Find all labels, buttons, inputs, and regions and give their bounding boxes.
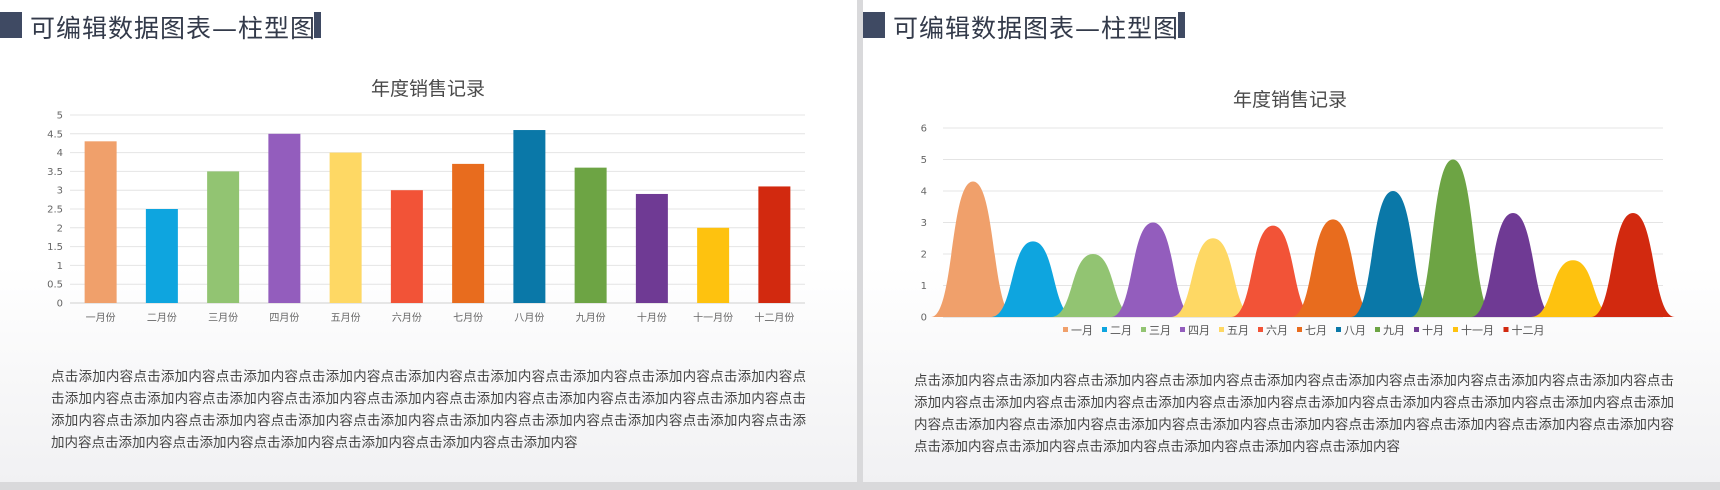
peak-shape	[1291, 219, 1375, 317]
y-tick-label: 3	[921, 218, 927, 229]
bar	[268, 133, 301, 303]
x-tick-label: 十二月份	[754, 311, 794, 324]
x-tick-label: 二月份	[147, 312, 177, 324]
legend-swatch	[1297, 327, 1302, 332]
peak-chart: 年度销售记录 0 1 2 3 4 5 6 一月 二月 三月 四月 五月 六月 七月 八月 九月 十月 十一月 十二月	[921, 89, 1675, 337]
y-tick-label: 6	[921, 124, 927, 135]
y-tick-label: 1.5	[47, 242, 63, 253]
bar	[758, 186, 791, 303]
legend-label: 十二月	[1512, 323, 1545, 337]
legend-label: 十一月	[1461, 323, 1494, 337]
bar	[207, 171, 240, 303]
legend-label: 八月	[1344, 324, 1366, 337]
y-tick-label: 5	[921, 155, 927, 166]
bar	[513, 130, 546, 303]
y-tick-label: 1	[57, 261, 63, 272]
body-text-placeholder[interactable]: 点击添加内容点击添加内容点击添加内容点击添加内容点击添加内容点击添加内容点击添加…	[914, 370, 1674, 458]
legend-label: 五月	[1227, 324, 1249, 337]
x-tick-label: 三月份	[208, 312, 238, 324]
chart-title: 年度销售记录	[1233, 89, 1347, 111]
legend-swatch	[1453, 327, 1458, 332]
bar	[452, 163, 485, 303]
peak-shape	[1411, 159, 1495, 317]
y-tick-label: 4	[921, 187, 927, 198]
bar	[574, 167, 607, 303]
peak-shape	[1171, 238, 1255, 317]
legend-swatch	[1414, 327, 1419, 332]
legend-label: 七月	[1305, 324, 1327, 337]
y-tick-label: 4	[57, 148, 63, 159]
y-tick-label: 0.5	[47, 280, 63, 291]
bar	[635, 193, 668, 303]
legend-label: 十月	[1422, 323, 1444, 337]
y-tick-label: 5	[57, 111, 63, 122]
legend-swatch	[1336, 327, 1341, 332]
legend-label: 六月	[1266, 324, 1288, 337]
y-tick-label: 2.5	[47, 205, 63, 216]
bar	[84, 141, 117, 303]
x-tick-label: 七月份	[453, 312, 483, 324]
legend-label: 三月	[1149, 324, 1171, 337]
x-tick-label: 九月份	[576, 312, 606, 324]
legend-swatch	[1503, 327, 1509, 332]
y-tick-label: 0	[57, 299, 63, 310]
y-tick-label: 0	[921, 313, 927, 324]
legend-label: 一月	[1071, 324, 1093, 337]
x-tick-label: 一月份	[86, 312, 116, 324]
legend-swatch	[1258, 327, 1263, 332]
x-tick-label: 六月份	[392, 312, 422, 324]
legend-swatch	[1180, 327, 1185, 332]
legend-swatch	[1063, 327, 1068, 332]
bar	[390, 190, 423, 303]
bar	[329, 152, 362, 303]
legend-swatch	[1141, 327, 1146, 332]
chart-title: 年度销售记录	[371, 78, 485, 100]
legend-swatch	[1219, 327, 1224, 332]
x-tick-label: 四月份	[269, 312, 299, 324]
legend-swatch	[1375, 327, 1380, 332]
legend-label: 九月	[1383, 324, 1405, 337]
slide-bar-chart: 可编辑数据图表—柱型图 年度销售记录 0 0.5 1 1.5 2 2.5 3 3.5 4 4.5 5 一…	[0, 0, 857, 482]
y-tick-label: 3.5	[47, 167, 63, 178]
x-tick-label: 十月份	[637, 311, 667, 324]
bar	[697, 227, 730, 303]
peak-shape	[1231, 225, 1315, 317]
y-tick-label: 2	[57, 223, 63, 234]
x-tick-label: 十一月份	[693, 311, 733, 324]
x-tick-label: 五月份	[331, 312, 361, 324]
body-text-placeholder[interactable]: 点击添加内容点击添加内容点击添加内容点击添加内容点击添加内容点击添加内容点击添加…	[51, 366, 806, 454]
y-tick-label: 1	[921, 281, 927, 292]
legend-label: 二月	[1110, 324, 1132, 337]
slide-peak-chart: 可编辑数据图表—柱型图 年度销售记录 0 1 2 3 4 5 6 一月 二月 三月 四月 五月 六月 七月八…	[863, 0, 1720, 482]
bar-chart: 年度销售记录 0 0.5 1 1.5 2 2.5 3 3.5 4 4.5 5 一月份 二月份 三月份 四月份 五…	[47, 78, 805, 324]
bar	[145, 209, 178, 303]
peak-shape	[1591, 213, 1675, 317]
y-tick-label: 3	[57, 186, 63, 197]
y-tick-label: 2	[921, 250, 927, 261]
peak-shape	[1111, 222, 1195, 317]
legend-label: 四月	[1188, 324, 1210, 337]
peak-shape	[931, 181, 1015, 317]
x-tick-label: 八月份	[514, 312, 544, 324]
legend-swatch	[1102, 327, 1107, 332]
y-tick-label: 4.5	[47, 129, 63, 140]
